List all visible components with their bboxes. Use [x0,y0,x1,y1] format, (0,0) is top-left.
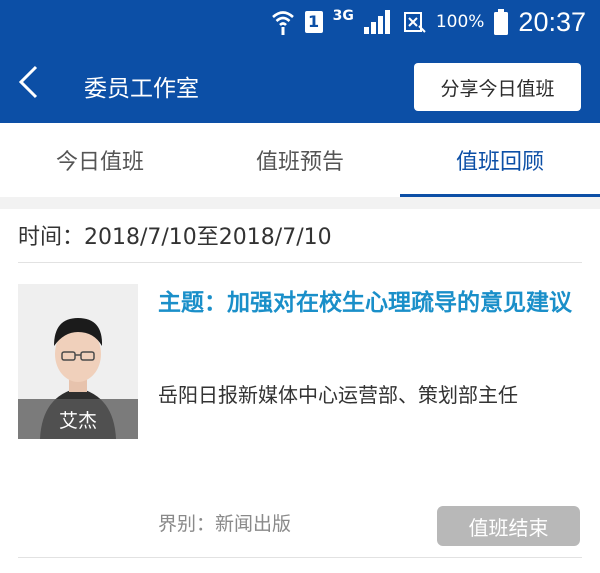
back-icon [18,65,38,99]
battery-icon [494,9,509,35]
time-range: 时间：2018/7/10至2018/7/10 [18,225,332,250]
member-sector: 界别：新闻出版 [158,513,292,535]
tab-duty-review[interactable]: 值班回顾 [400,123,600,197]
page-title: 委员工作室 [84,76,199,102]
tab-bar: 今日值班 值班预告 值班回顾 [0,123,600,197]
duty-topic[interactable]: 主题：加强对在校生心理疏导的意见建议 [158,283,578,324]
sim-icon: 1 [304,11,323,33]
member-photo: 艾杰 [18,284,138,439]
wifi-icon [271,8,295,36]
status-icons: 1 3G 100% 20:37 [271,4,586,40]
duty-status-badge: 值班结束 [437,506,580,546]
tab-today-duty[interactable]: 今日值班 [0,123,200,197]
divider [18,557,582,558]
network-type: 3G [332,8,354,24]
no-sim-icon [403,10,426,34]
signal-icon [363,10,394,34]
duty-record-card[interactable]: 艾杰 主题：加强对在校生心理疏导的意见建议 岳阳日报新媒体中心运营部、策划部主任… [0,263,600,563]
share-today-duty-button[interactable]: 分享今日值班 [414,63,581,111]
status-bar: 1 3G 100% 20:37 [0,0,600,44]
section-gap [0,197,600,209]
status-clock: 20:37 [518,6,586,37]
member-name: 艾杰 [18,399,138,439]
back-button[interactable] [12,62,46,102]
app-header: 1 3G 100% 20:37 委员工作室 分享今日值班 [0,0,600,123]
title-bar: 委员工作室 分享今日值班 [0,44,600,123]
sim-slot-label: 1 [304,11,323,33]
tab-duty-preview[interactable]: 值班预告 [200,123,400,197]
battery-percent: 100% [435,12,485,32]
member-organization: 岳阳日报新媒体中心运营部、策划部主任 [158,383,518,407]
